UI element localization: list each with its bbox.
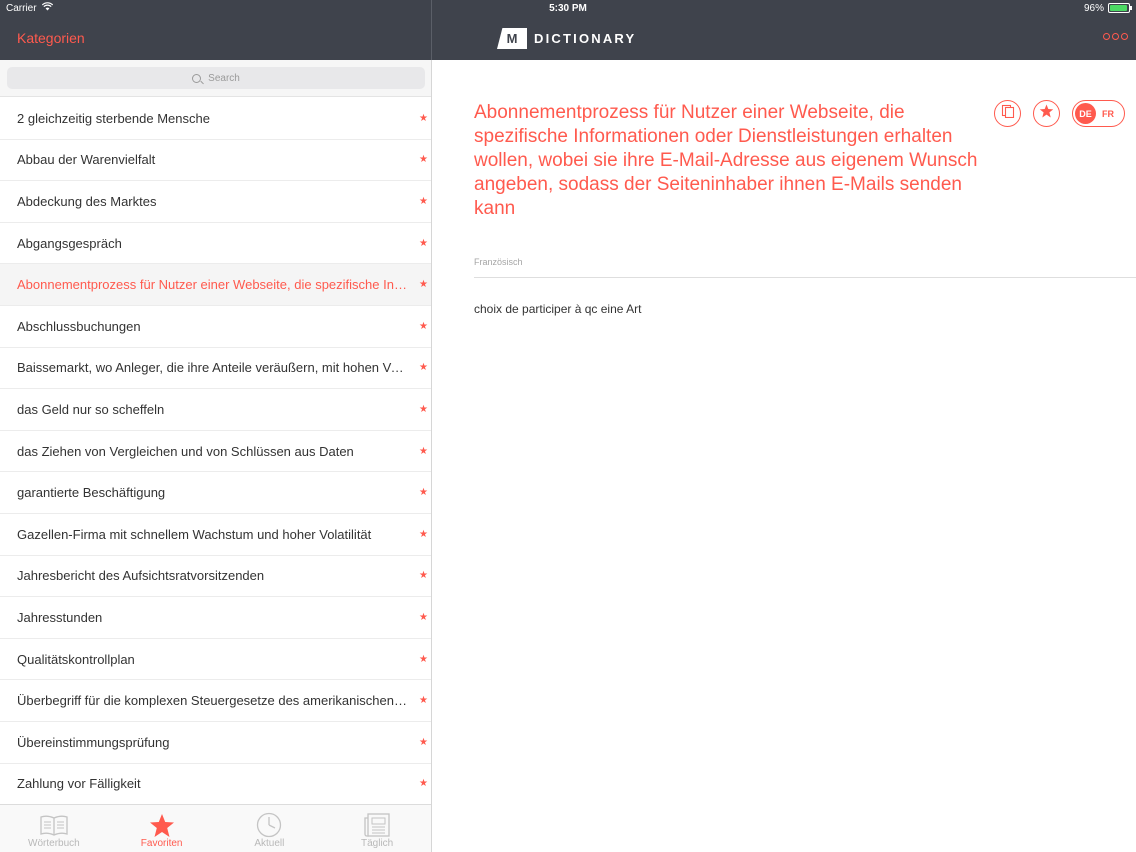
favorite-star-icon[interactable]: ★ xyxy=(419,612,428,623)
list-item[interactable]: das Geld nur so scheffeln ★ xyxy=(0,389,431,431)
tab-label: Aktuell xyxy=(254,838,285,849)
battery-icon xyxy=(1108,3,1132,13)
list-item[interactable]: garantierte Beschäftigung ★ xyxy=(0,472,431,514)
tab-bar: Wörterbuch Favoriten Aktuell Täglich xyxy=(0,804,431,852)
list-item[interactable]: Abgangsgespräch ★ xyxy=(0,223,431,265)
lang-fr-option[interactable]: FR xyxy=(1102,109,1114,119)
star-icon xyxy=(149,812,175,838)
favorite-star-icon[interactable]: ★ xyxy=(419,695,428,706)
search-icon xyxy=(192,73,202,83)
lang-de-option[interactable]: DE xyxy=(1075,103,1096,124)
favorite-star-icon[interactable]: ★ xyxy=(419,321,428,332)
status-bar: Carrier 5:30 PM 96% xyxy=(0,0,1136,17)
list-item-label: Jahresbericht des Aufsichtsratvorsitzend… xyxy=(17,568,265,584)
list-item-label: Abschlussbuchungen xyxy=(17,318,141,334)
favorite-star-icon[interactable]: ★ xyxy=(419,154,428,165)
list-item-label: das Geld nur so scheffeln xyxy=(17,401,165,417)
term-list-pane: Search 2 gleichzeitig sterbende Mensche ★… xyxy=(0,60,431,852)
list-item[interactable]: Abonnementprozess für Nutzer einer Webse… xyxy=(0,264,431,306)
list-item[interactable]: Baissemarkt, wo Anleger, die ihre Anteil… xyxy=(0,348,431,390)
list-item[interactable]: Qualitätskontrollplan ★ xyxy=(0,639,431,681)
newspaper-icon xyxy=(363,812,391,838)
clock-time: 5:30 PM xyxy=(549,3,587,14)
tab-taeglich[interactable]: Täglich xyxy=(323,805,431,852)
list-item[interactable]: Jahresstunden ★ xyxy=(0,597,431,639)
favorite-star-icon[interactable]: ★ xyxy=(419,238,428,249)
translation-text: choix de participer à qc eine Art xyxy=(474,302,642,316)
detail-actions: DE FR xyxy=(994,100,1125,127)
search-input[interactable]: Search xyxy=(7,67,425,89)
tab-label: Wörterbuch xyxy=(28,838,80,849)
list-item-label: Zahlung vor Fälligkeit xyxy=(17,776,141,792)
list-item[interactable]: Zahlung vor Fälligkeit ★ xyxy=(0,764,431,806)
list-item[interactable]: Jahresbericht des Aufsichtsratvorsitzend… xyxy=(0,556,431,598)
favorite-star-icon[interactable]: ★ xyxy=(419,196,428,207)
list-item-label: 2 gleichzeitig sterbende Mensche xyxy=(17,110,210,126)
favorite-star-icon[interactable]: ★ xyxy=(419,529,428,540)
list-item-label: Übereinstimmungsprüfung xyxy=(17,734,170,750)
list-item[interactable]: das Ziehen von Vergleichen und von Schlü… xyxy=(0,431,431,473)
favorite-star-icon[interactable]: ★ xyxy=(419,654,428,665)
tab-woerterbuch[interactable]: Wörterbuch xyxy=(0,805,108,852)
list-item[interactable]: Abdeckung des Marktes ★ xyxy=(0,181,431,223)
list-item-label: Abgangsgespräch xyxy=(17,235,122,251)
favorite-star-icon[interactable]: ★ xyxy=(419,446,428,457)
dot-icon xyxy=(1103,33,1110,40)
favorite-star-icon[interactable]: ★ xyxy=(419,487,428,498)
list-item-label: garantierte Beschäftigung xyxy=(17,485,166,501)
list-item-label: Gazellen-Firma mit schnellem Wachstum un… xyxy=(17,526,372,542)
favorite-star-icon[interactable]: ★ xyxy=(419,113,428,124)
tab-aktuell[interactable]: Aktuell xyxy=(216,805,324,852)
search-bar: Search xyxy=(0,60,431,97)
list-item[interactable]: Abschlussbuchungen ★ xyxy=(0,306,431,348)
star-icon xyxy=(1039,104,1054,123)
favorite-star-icon[interactable]: ★ xyxy=(419,279,428,290)
categories-button[interactable]: Kategorien xyxy=(17,30,85,46)
list-item[interactable]: Übereinstimmungsprüfung ★ xyxy=(0,722,431,764)
tab-favoriten[interactable]: Favoriten xyxy=(108,805,216,852)
list-item[interactable]: Abbau der Warenvielfalt ★ xyxy=(0,140,431,182)
list-item-label: Baissemarkt, wo Anleger, die ihre Anteil… xyxy=(17,360,409,376)
top-bar: Carrier 5:30 PM 96% Kategorien M DICTION… xyxy=(0,0,1136,60)
list-item[interactable]: Gazellen-Firma mit schnellem Wachstum un… xyxy=(0,514,431,556)
favorite-star-icon[interactable]: ★ xyxy=(419,570,428,581)
favorite-star-icon[interactable]: ★ xyxy=(419,737,428,748)
favorite-star-icon[interactable]: ★ xyxy=(419,404,428,415)
logo-wordmark: DICTIONARY xyxy=(534,31,637,46)
list-item[interactable]: 2 gleichzeitig sterbende Mensche ★ xyxy=(0,98,431,140)
language-toggle[interactable]: DE FR xyxy=(1072,100,1125,127)
battery-percent: 96% xyxy=(1083,3,1104,14)
section-divider xyxy=(474,277,1136,278)
app-logo: M DICTIONARY xyxy=(497,28,636,49)
dot-icon xyxy=(1121,33,1128,40)
list-item-label: Überbegriff für die komplexen Steuergese… xyxy=(17,693,409,709)
section-label: Französisch xyxy=(474,257,523,267)
battery-level xyxy=(1110,5,1128,11)
detail-pane: Abonnementprozess für Nutzer einer Webse… xyxy=(432,60,1136,852)
list-item[interactable]: Überbegriff für die komplexen Steuergese… xyxy=(0,680,431,722)
tab-label: Täglich xyxy=(361,838,394,849)
list-item-label: Abdeckung des Marktes xyxy=(17,193,157,209)
logo-mark: M xyxy=(497,28,527,49)
search-placeholder: Search xyxy=(208,72,240,84)
more-options-icon[interactable] xyxy=(1103,33,1128,40)
copy-button[interactable] xyxy=(994,100,1021,127)
nav-divider xyxy=(431,0,432,60)
favorite-star-icon[interactable]: ★ xyxy=(419,362,428,373)
term-list: 2 gleichzeitig sterbende Mensche ★ Abbau d… xyxy=(0,98,431,806)
copy-icon xyxy=(1001,104,1015,123)
tab-label: Favoriten xyxy=(140,838,183,849)
list-item-label: Abbau der Warenvielfalt xyxy=(17,152,156,168)
dot-icon xyxy=(1112,33,1119,40)
book-icon xyxy=(39,812,69,838)
clock-icon xyxy=(256,812,282,838)
favorite-button[interactable] xyxy=(1033,100,1060,127)
term-title: Abonnementprozess für Nutzer einer Webse… xyxy=(474,102,978,219)
list-item-label: Qualitätskontrollplan xyxy=(17,651,135,667)
list-item-label: Jahresstunden xyxy=(17,609,103,625)
list-item-label: Abonnementprozess für Nutzer einer Webse… xyxy=(17,277,409,293)
favorite-star-icon[interactable]: ★ xyxy=(419,778,428,789)
list-item-label: das Ziehen von Vergleichen und von Schlü… xyxy=(17,443,354,459)
